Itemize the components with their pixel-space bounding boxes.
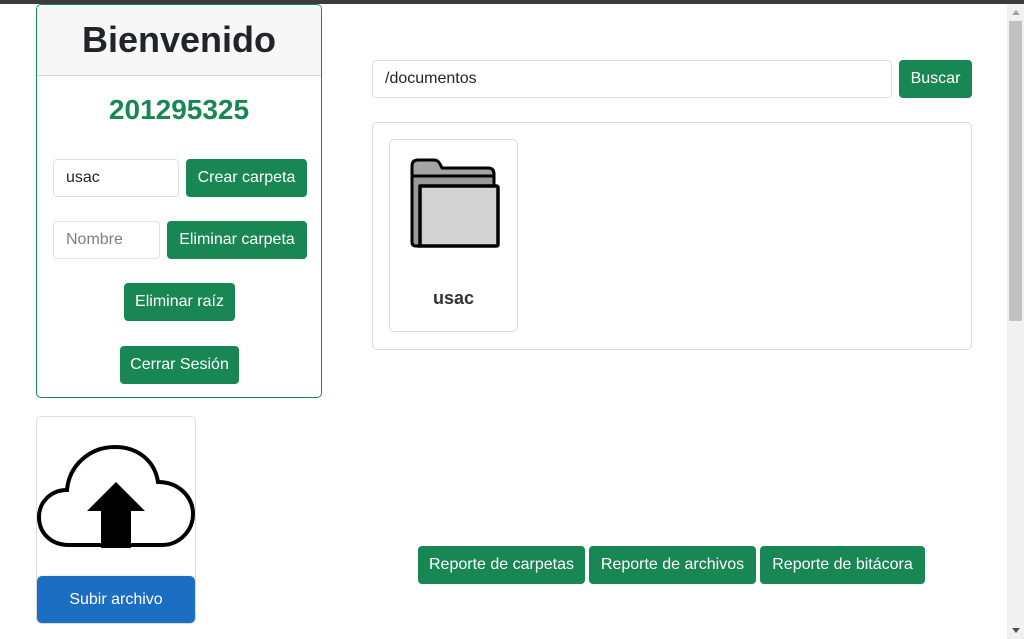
welcome-title: Bienvenido [37,5,321,76]
report-files-button[interactable]: Reporte de archivos [589,546,756,584]
create-folder-button[interactable]: Crear carpeta [186,159,307,197]
delete-folder-button[interactable]: Eliminar carpeta [167,221,307,259]
report-log-button[interactable]: Reporte de bitácora [760,546,925,584]
user-code: 201295325 [108,94,250,125]
page-scrollbar[interactable] [1007,4,1024,639]
upload-card: Subir archivo [36,416,196,624]
welcome-card: Bienvenido 201295325 Crear carpeta Elimi… [36,4,322,398]
folder-icon [408,158,500,255]
create-folder-input[interactable] [53,159,179,197]
path-input[interactable] [372,60,892,98]
scroll-down-icon[interactable] [1007,622,1024,639]
delete-root-button[interactable]: Eliminar raíz [124,283,235,321]
folder-name: usac [432,288,475,308]
report-folders-button[interactable]: Reporte de carpetas [418,546,585,584]
logout-button[interactable]: Cerrar Sesión [120,346,239,384]
folder-item[interactable]: usac [389,139,518,332]
scroll-up-icon[interactable] [1007,4,1024,21]
delete-folder-input[interactable] [53,221,160,259]
scrollbar-thumb[interactable] [1009,21,1022,321]
files-panel: usac [372,122,972,350]
cloud-upload-icon[interactable] [37,444,195,553]
search-button[interactable]: Buscar [899,60,972,98]
upload-file-button[interactable]: Subir archivo [37,576,195,623]
